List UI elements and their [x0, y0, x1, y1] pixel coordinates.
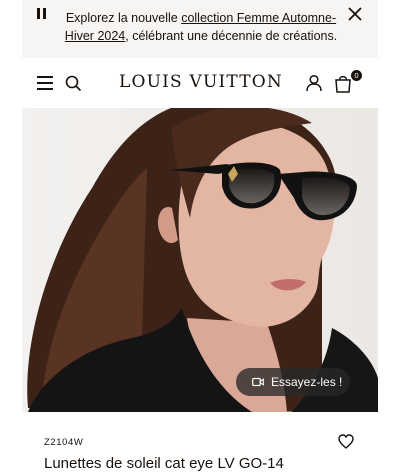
announcement-text: Explorez la nouvelle collection Femme Au… — [56, 9, 346, 45]
site-header: LOUIS VUITTON 0 — [22, 58, 378, 108]
announcement-text-after: , célébrant une décennie de créations. — [125, 29, 338, 43]
menu-icon[interactable] — [37, 76, 53, 90]
heart-icon[interactable] — [338, 434, 354, 449]
product-name: Lunettes de soleil cat eye LV GO-14 — [44, 455, 284, 472]
bag-icon[interactable] — [334, 73, 352, 93]
close-icon[interactable] — [345, 4, 365, 24]
search-icon[interactable] — [65, 75, 82, 92]
product-sku: Z2104W — [44, 437, 84, 448]
account-icon[interactable] — [305, 74, 323, 92]
app-frame: Explorez la nouvelle collection Femme Au… — [22, 0, 378, 474]
try-on-label: Essayez-les ! — [271, 375, 343, 389]
pause-icon[interactable] — [34, 8, 48, 22]
brand-logo[interactable]: LOUIS VUITTON — [116, 72, 286, 92]
bag-count-badge: 0 — [351, 70, 362, 81]
product-image[interactable]: Essayez-les ! — [22, 108, 378, 412]
announcement-text-before: Explorez la nouvelle — [65, 11, 182, 25]
try-on-button[interactable]: Essayez-les ! — [236, 368, 350, 396]
model-photo — [22, 108, 378, 412]
announcement-bar: Explorez la nouvelle collection Femme Au… — [22, 0, 378, 58]
